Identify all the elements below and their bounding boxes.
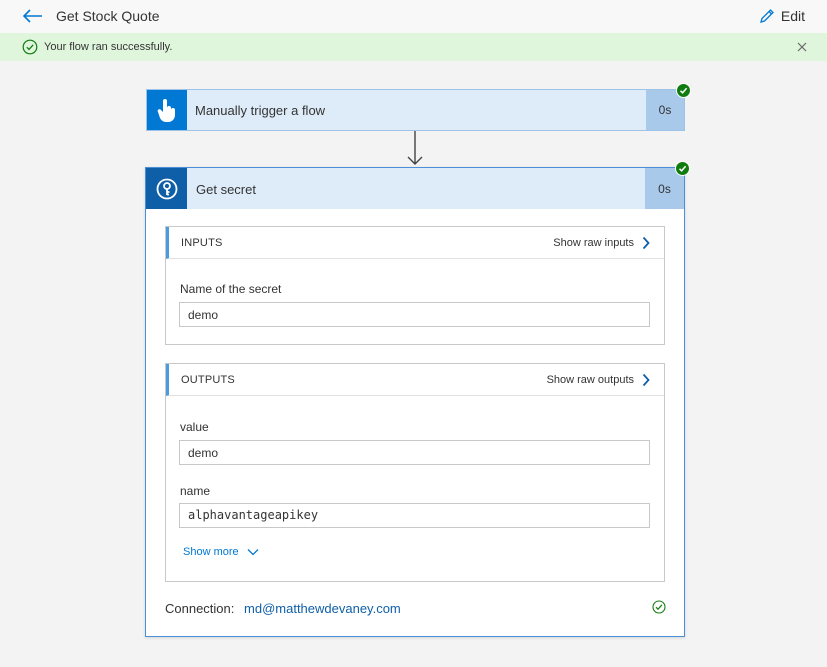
action-header[interactable]: Get secret 0s [146, 168, 684, 209]
connection-label: Connection: [165, 601, 235, 616]
chevron-right-icon [642, 373, 650, 387]
pencil-icon [759, 9, 774, 23]
secret-name-field[interactable]: demo [179, 302, 650, 327]
show-raw-outputs-label: Show raw outputs [546, 374, 634, 386]
show-raw-inputs-label: Show raw inputs [553, 237, 634, 249]
output-value-field[interactable]: demo [179, 440, 650, 465]
connection-success-icon [652, 600, 666, 614]
trigger-card[interactable]: Manually trigger a flow 0s [146, 89, 685, 131]
trigger-icon-container [147, 90, 187, 130]
secret-name-label: Name of the secret [180, 282, 282, 296]
connection-value[interactable]: md@matthewdevaney.com [244, 601, 401, 616]
output-name-field[interactable]: alphavantageapikey [179, 503, 650, 528]
chevron-right-icon [642, 236, 650, 250]
output-name-label: name [180, 484, 211, 498]
inputs-label: INPUTS [181, 237, 223, 249]
chevron-down-icon [247, 549, 259, 556]
banner-message: Your flow ran successfully. [44, 41, 173, 53]
key-vault-icon [156, 178, 177, 199]
connection-row: Connection: md@matthewdevaney.com [165, 601, 401, 616]
show-more-label: Show more [183, 546, 239, 558]
hand-touch-icon [157, 99, 175, 122]
edit-label: Edit [780, 8, 805, 24]
show-raw-inputs-link[interactable]: Show raw inputs [553, 233, 650, 253]
edit-button[interactable]: Edit [759, 6, 805, 26]
outputs-section: OUTPUTS Show raw outputs value demo name… [165, 363, 665, 582]
trigger-title: Manually trigger a flow [195, 103, 326, 118]
top-bar: Get Stock Quote Edit [0, 0, 827, 33]
page-title: Get Stock Quote [56, 8, 160, 24]
inputs-section: INPUTS Show raw inputs Name of the secre… [165, 226, 665, 345]
success-check-icon [22, 39, 38, 55]
action-card: Get secret 0s INPUTS Show raw inputs Nam… [145, 167, 685, 637]
connector-arrow-icon [407, 131, 423, 165]
success-banner: Your flow ran successfully. [0, 33, 827, 61]
action-icon-container [146, 168, 187, 209]
close-icon[interactable] [795, 40, 809, 54]
outputs-label: OUTPUTS [181, 374, 235, 386]
outputs-header: OUTPUTS Show raw outputs [166, 364, 664, 396]
back-button[interactable] [22, 6, 44, 26]
action-success-icon [675, 161, 690, 176]
inputs-header: INPUTS Show raw inputs [166, 227, 664, 259]
trigger-success-icon [676, 83, 691, 98]
action-title: Get secret [196, 182, 256, 197]
back-arrow-icon [22, 9, 42, 23]
show-more-button[interactable]: Show more [183, 546, 259, 558]
show-raw-outputs-link[interactable]: Show raw outputs [547, 370, 650, 390]
output-value-label: value [180, 420, 209, 434]
